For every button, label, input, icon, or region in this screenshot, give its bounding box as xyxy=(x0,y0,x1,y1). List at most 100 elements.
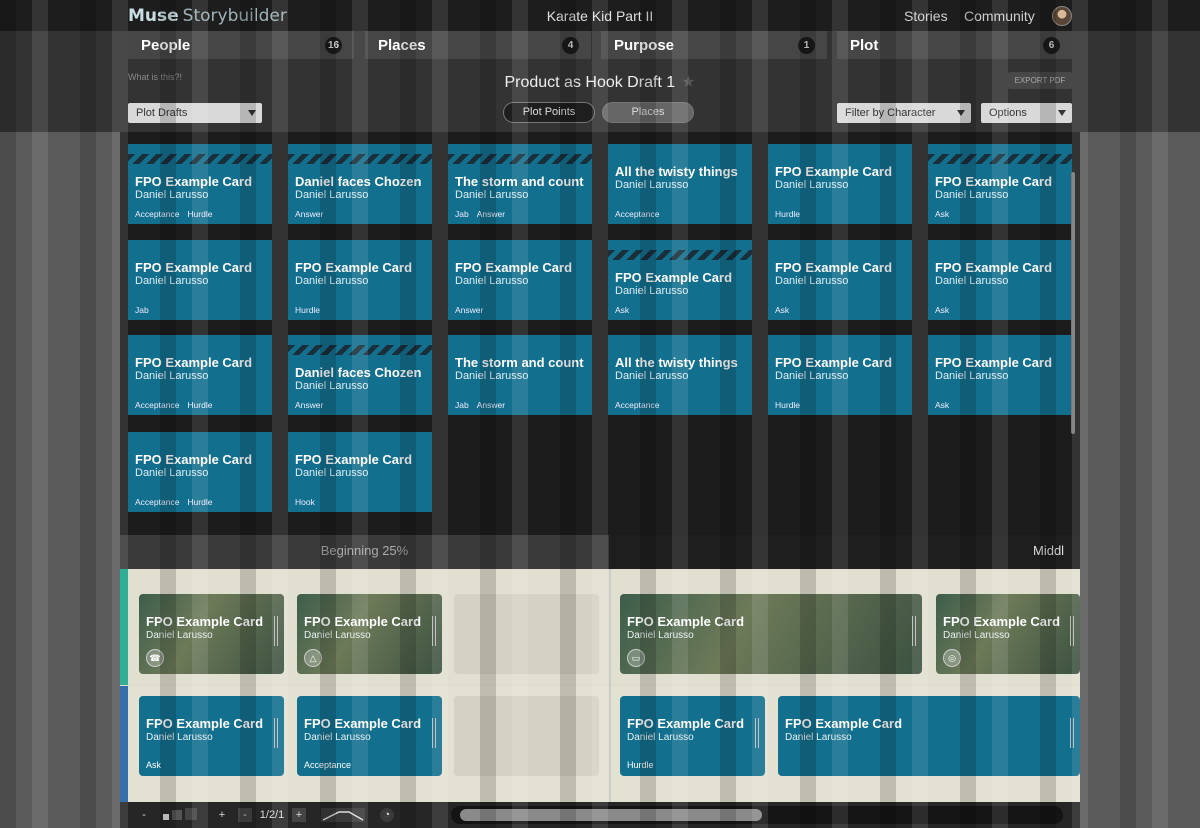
card-title: All the twisty things xyxy=(615,355,738,370)
size-minus-button[interactable]: - xyxy=(138,808,150,822)
card-title: FPO Example Card xyxy=(146,614,264,629)
board-card[interactable]: FPO Example Card Daniel Larusso Ask xyxy=(928,144,1072,224)
card-character: Daniel Larusso xyxy=(627,630,694,641)
timeline-card[interactable]: FPO Example Card Daniel Larusso ☎ xyxy=(139,594,284,674)
drag-handle-icon[interactable] xyxy=(1070,718,1074,748)
card-tags: Acceptance xyxy=(615,209,667,219)
board-card[interactable]: The storm and count Daniel Larusso Jab Answ… xyxy=(448,335,592,415)
card-character: Daniel Larusso xyxy=(135,467,209,479)
board-card[interactable]: FPO Example Card Daniel Larusso Hurdle xyxy=(288,240,432,320)
plot-drafts-select[interactable]: Plot Drafts xyxy=(128,103,262,123)
curve-icon[interactable] xyxy=(321,808,365,822)
pie-icon[interactable]: ◔ xyxy=(380,808,394,822)
card-title: FPO Example Card xyxy=(615,270,733,285)
export-pdf-button[interactable]: EXPORT PDF xyxy=(1008,72,1072,89)
card-title: Daniel faces Chozen xyxy=(295,365,422,380)
board-card[interactable]: FPO Example Card Daniel Larusso Ask xyxy=(768,240,912,320)
board-card[interactable]: FPO Example Card Daniel Larusso Ask xyxy=(928,335,1072,415)
empty-slot[interactable] xyxy=(454,594,599,674)
board-card[interactable]: FPO Example Card Daniel Larusso Jab xyxy=(128,240,272,320)
tab-people[interactable]: People 16 xyxy=(128,31,354,59)
board-card[interactable]: The storm and count Daniel Larusso Jab Answ… xyxy=(448,144,592,224)
size-plus-button[interactable]: + xyxy=(216,808,228,822)
nav-stories[interactable]: Stories xyxy=(904,8,948,24)
drag-handle-icon[interactable] xyxy=(274,718,278,748)
card-tags: Hurdle xyxy=(775,400,808,410)
timeline-scroll-thumb[interactable] xyxy=(460,809,762,821)
act-bar: Beginning 25% Middl xyxy=(120,535,1080,569)
board-scrollbar[interactable] xyxy=(1071,172,1075,434)
toggle-places[interactable]: Places xyxy=(602,102,694,123)
card-tags: Ask xyxy=(935,305,957,315)
star-icon[interactable]: ★ xyxy=(681,74,695,91)
board-card[interactable]: FPO Example Card Daniel Larusso Ask xyxy=(608,240,752,320)
options-select[interactable]: Options xyxy=(981,103,1072,123)
toggle-plot-points[interactable]: Plot Points xyxy=(503,102,595,123)
card-tag: Answer xyxy=(455,305,484,315)
timeline-card[interactable]: FPO Example Card Daniel Larusso xyxy=(778,696,1080,776)
card-tag: Answer xyxy=(476,400,506,410)
card-character: Daniel Larusso xyxy=(935,275,1009,287)
card-title: FPO Example Card xyxy=(455,260,573,275)
card-character: Daniel Larusso xyxy=(146,630,213,641)
board-card[interactable]: FPO Example Card Daniel Larusso Answer xyxy=(448,240,592,320)
board-card[interactable]: FPO Example Card Daniel Larusso Ask xyxy=(928,240,1072,320)
empty-slot[interactable] xyxy=(454,696,599,776)
board-card[interactable]: FPO Example Card Daniel Larusso Acceptance… xyxy=(128,144,272,224)
timeline-card[interactable]: FPO Example Card Daniel Larusso ▭ xyxy=(620,594,922,674)
board-card[interactable]: FPO Example Card Daniel Larusso Acceptance… xyxy=(128,432,272,512)
board-card[interactable]: FPO Example Card Daniel Larusso Acceptance… xyxy=(128,335,272,415)
act-beginning[interactable]: Beginning 25% xyxy=(120,535,609,569)
avatar[interactable] xyxy=(1052,6,1072,26)
board-card[interactable]: Daniel faces Chozen Daniel Larusso Answer xyxy=(288,144,432,224)
timeline-card[interactable]: FPO Example Card Daniel Larusso ◎ xyxy=(936,594,1080,674)
tab-places[interactable]: Places 4 xyxy=(365,31,591,59)
card-title: FPO Example Card xyxy=(627,716,745,731)
board-card[interactable]: All the twisty things Daniel Larusso Accep… xyxy=(608,144,752,224)
card-board: FPO Example Card Daniel Larusso Acceptance… xyxy=(120,132,1080,535)
timeline-card[interactable]: FPO Example Card Daniel Larusso △ xyxy=(297,594,442,674)
place-type-icon: ☎ xyxy=(146,649,164,667)
zoom-plus-button[interactable]: + xyxy=(292,808,306,822)
card-character: Daniel Larusso xyxy=(295,467,369,479)
card-character: Daniel Larusso xyxy=(295,189,369,201)
card-tag: Jab xyxy=(455,400,469,410)
drag-handle-icon[interactable] xyxy=(432,616,436,646)
drag-handle-icon[interactable] xyxy=(755,718,759,748)
card-title: FPO Example Card xyxy=(135,260,253,275)
card-tag: Ask xyxy=(615,305,630,315)
card-tag: Jab xyxy=(135,305,149,315)
drag-handle-icon[interactable] xyxy=(1070,616,1074,646)
card-title: FPO Example Card xyxy=(943,614,1061,629)
timeline-card[interactable]: FPO Example Card Daniel Larusso Ask xyxy=(139,696,284,776)
timeline-card[interactable]: FPO Example Card Daniel Larusso Acceptance xyxy=(297,696,442,776)
act-middle[interactable]: Middl xyxy=(1033,535,1064,567)
board-card[interactable]: FPO Example Card Daniel Larusso Hook xyxy=(288,432,432,512)
filter-by-character-select[interactable]: Filter by Character xyxy=(837,103,971,123)
card-tags: Jab Answer xyxy=(455,209,513,219)
board-card[interactable]: FPO Example Card Daniel Larusso Hurdle xyxy=(768,144,912,224)
card-tag: Answer xyxy=(295,209,324,219)
card-title: FPO Example Card xyxy=(146,716,264,731)
place-type-icon: △ xyxy=(304,649,322,667)
card-tags: Answer xyxy=(295,209,331,219)
nav-community[interactable]: Community xyxy=(964,8,1035,24)
card-character: Daniel Larusso xyxy=(775,370,849,382)
drag-handle-icon[interactable] xyxy=(432,718,436,748)
board-card[interactable]: All the twisty things Daniel Larusso Accep… xyxy=(608,335,752,415)
board-card[interactable]: Daniel faces Chozen Daniel Larusso Answer xyxy=(288,335,432,415)
card-tags: Acceptance xyxy=(615,400,667,410)
board-card[interactable]: FPO Example Card Daniel Larusso Hurdle xyxy=(768,335,912,415)
size-swatches[interactable] xyxy=(152,808,208,822)
tab-plot[interactable]: Plot 6 xyxy=(837,31,1072,59)
card-character: Daniel Larusso xyxy=(455,275,529,287)
timeline-card[interactable]: FPO Example Card Daniel Larusso Hurdle xyxy=(620,696,765,776)
zoom-minus-button[interactable]: - xyxy=(238,808,252,822)
card-character: Daniel Larusso xyxy=(295,380,369,392)
drag-handle-icon[interactable] xyxy=(912,616,916,646)
card-tag: Ask xyxy=(775,305,790,315)
card-character: Daniel Larusso xyxy=(627,732,694,743)
drag-handle-icon[interactable] xyxy=(274,616,278,646)
card-tags: Hurdle xyxy=(295,305,328,315)
tab-purpose[interactable]: Purpose 1 xyxy=(601,31,827,59)
